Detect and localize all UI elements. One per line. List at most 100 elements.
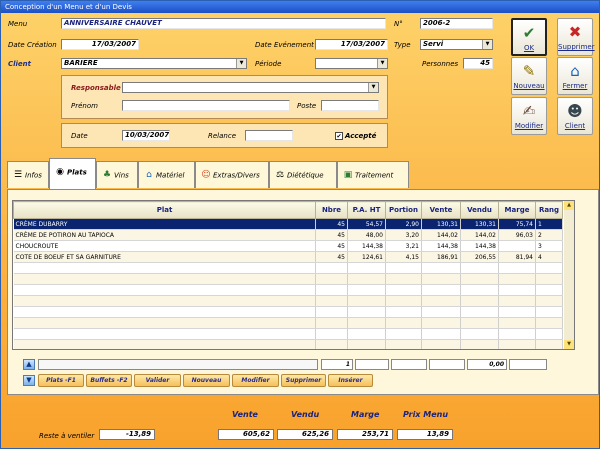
menu-input[interactable]: ANNIVERSAIRE CHAUVET — [61, 18, 386, 29]
type-select[interactable]: Servi ▼ — [420, 39, 493, 50]
cell-marge[interactable]: 96,03 — [498, 229, 536, 241]
cell-nbre[interactable]: 45 — [315, 218, 348, 230]
cell-vendu[interactable]: 206,55 — [460, 251, 499, 263]
relance-input[interactable] — [245, 130, 293, 141]
personnes-input[interactable]: 45 — [463, 58, 493, 69]
table-row-empty[interactable] — [13, 273, 563, 285]
nouveau-button[interactable]: ✎ Nouveau — [511, 57, 547, 95]
modifier-line-button[interactable]: Modifier — [232, 374, 279, 387]
tab-traitement[interactable]: ▣ Traitement — [337, 161, 409, 188]
poste-input[interactable] — [321, 100, 379, 111]
responsable-select[interactable]: ▼ — [122, 82, 379, 93]
cell-pa-ht[interactable]: 124,61 — [347, 251, 386, 263]
grid-scrollbar[interactable]: ▲ ▼ — [564, 200, 575, 350]
cell-vente[interactable]: 144,02 — [421, 229, 461, 241]
date-creation-input[interactable]: 17/03/2007 — [61, 39, 139, 50]
cell-vente[interactable]: 130,31 — [421, 218, 461, 230]
table-row[interactable]: CHOUCROUTE 45 144,38 3,21 144,38 144,38 … — [13, 240, 563, 252]
table-row-empty[interactable] — [13, 317, 563, 329]
date-creation-label: Date Création — [8, 41, 57, 49]
table-row[interactable]: CRÈME DE POTIRON AU TAPIOCA 45 48,00 3,2… — [13, 229, 563, 241]
prenom-input[interactable] — [122, 100, 290, 111]
buffets-f2-button[interactable]: Buffets -F2 — [86, 374, 132, 387]
cell-rang[interactable]: 3 — [535, 240, 563, 252]
cell-rang[interactable]: 4 — [535, 251, 563, 263]
col-header-marge[interactable]: Marge — [498, 201, 536, 219]
table-row-empty[interactable] — [13, 328, 563, 340]
cell-nbre[interactable]: 45 — [315, 240, 348, 252]
cell-portion[interactable]: 3,20 — [385, 229, 422, 241]
cell-pa-ht[interactable]: 54,57 — [347, 218, 386, 230]
table-row[interactable]: CRÈME DUBARRY 45 54,57 2,90 130,31 130,3… — [13, 218, 563, 230]
nouveau-line-button[interactable]: Nouveau — [183, 374, 230, 387]
cell-portion[interactable]: 2,90 — [385, 218, 422, 230]
periode-select[interactable]: ▼ — [315, 58, 388, 69]
col-header-vente[interactable]: Vente — [421, 201, 461, 219]
tab-dietetique[interactable]: ⚖ Diététique — [269, 161, 337, 188]
scroll-up-icon[interactable]: ▲ — [564, 201, 574, 210]
inserer-line-button[interactable]: Insérer — [328, 374, 373, 387]
num-input[interactable]: 2006-2 — [420, 18, 493, 29]
date-input[interactable]: 10/03/2007 — [122, 130, 170, 141]
cell-nbre[interactable]: 45 — [315, 251, 348, 263]
cell-vendu[interactable]: 144,02 — [460, 229, 499, 241]
chevron-down-icon[interactable]: ▼ — [236, 59, 246, 68]
cell-portion[interactable]: 3,21 — [385, 240, 422, 252]
table-row-empty[interactable] — [13, 262, 563, 274]
scroll-down-icon[interactable]: ▼ — [564, 340, 574, 349]
chevron-down-icon[interactable]: ▼ — [368, 83, 378, 92]
cell-plat[interactable]: CHOUCROUTE — [13, 240, 316, 252]
tab-materiel[interactable]: ⌂ Matériel — [138, 161, 195, 188]
cell-marge[interactable]: 75,74 — [498, 218, 536, 230]
cell-pa-ht[interactable]: 144,38 — [347, 240, 386, 252]
supprimer-line-button[interactable]: Supprimer — [281, 374, 326, 387]
move-up-icon[interactable]: ▲ — [23, 359, 35, 370]
cell-rang[interactable]: 1 — [535, 218, 563, 230]
prix-menu-label: Prix Menu — [403, 410, 449, 419]
cell-vendu[interactable]: 144,38 — [460, 240, 499, 252]
cell-rang[interactable]: 2 — [535, 229, 563, 241]
supprimer-button[interactable]: ✖ Supprimer — [557, 18, 595, 56]
chevron-down-icon[interactable]: ▼ — [377, 59, 387, 68]
fermer-button[interactable]: ⌂ Fermer — [557, 57, 593, 95]
col-header-rang[interactable]: Rang — [535, 201, 563, 219]
tab-plats[interactable]: ◉ Plats — [49, 158, 96, 189]
tab-extras-divers[interactable]: ☺ Extras/Divers — [195, 161, 269, 188]
cell-vendu[interactable]: 130,31 — [460, 218, 499, 230]
cell-vente[interactable]: 186,91 — [421, 251, 461, 263]
table-row-empty[interactable] — [13, 284, 563, 296]
col-header-pa-ht[interactable]: P.A. HT — [347, 201, 386, 219]
client-value: BARIERE — [64, 59, 98, 67]
cell-marge[interactable]: 81,94 — [498, 251, 536, 263]
cell-pa-ht[interactable]: 48,00 — [347, 229, 386, 241]
cell-plat[interactable]: CRÈME DE POTIRON AU TAPIOCA — [13, 229, 316, 241]
accepte-checkbox[interactable]: ✔ Accepté — [335, 132, 376, 140]
checkbox-checked-icon[interactable]: ✔ — [335, 132, 343, 140]
modifier-button[interactable]: ✍ Modifier — [511, 97, 547, 135]
col-header-portion[interactable]: Portion — [385, 201, 422, 219]
valider-button[interactable]: Valider — [134, 374, 181, 387]
client-select[interactable]: BARIERE ▼ — [61, 58, 247, 69]
plats-f1-button[interactable]: Plats -F1 — [38, 374, 84, 387]
tab-vins[interactable]: ♣ Vins — [96, 161, 138, 188]
footer-pa-ht-total — [355, 359, 389, 370]
col-header-nbre[interactable]: Nbre — [315, 201, 348, 219]
col-header-plat[interactable]: Plat — [13, 201, 316, 219]
table-row-empty[interactable] — [13, 295, 563, 307]
cell-plat[interactable]: COTE DE BOEUF ET SA GARNITURE — [13, 251, 316, 263]
table-row-empty[interactable] — [13, 306, 563, 318]
table-row-empty[interactable] — [13, 339, 563, 349]
col-header-vendu[interactable]: Vendu — [460, 201, 499, 219]
chevron-down-icon[interactable]: ▼ — [482, 40, 492, 49]
cell-vente[interactable]: 144,38 — [421, 240, 461, 252]
tab-infos[interactable]: ☰ Infos — [7, 161, 49, 188]
cell-nbre[interactable]: 45 — [315, 229, 348, 241]
ok-button[interactable]: ✔ OK — [511, 18, 547, 56]
move-down-icon[interactable]: ▼ — [23, 375, 35, 386]
cell-plat[interactable]: CRÈME DUBARRY — [13, 218, 316, 230]
cell-portion[interactable]: 4,15 — [385, 251, 422, 263]
table-row[interactable]: COTE DE BOEUF ET SA GARNITURE 45 124,61 … — [13, 251, 563, 263]
date-evenement-input[interactable]: 17/03/2007 — [315, 39, 388, 50]
cell-marge[interactable] — [498, 240, 536, 252]
client-button[interactable]: ☻ Client — [557, 97, 593, 135]
